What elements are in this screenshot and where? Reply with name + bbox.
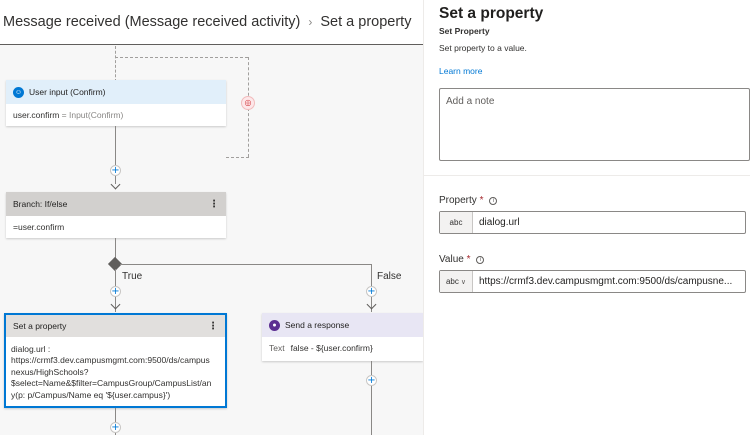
info-icon[interactable]: i: [476, 256, 485, 264]
breadcrumb-parent[interactable]: Message received (Message received activ…: [3, 14, 300, 30]
more-vertical-icon[interactable]: ⋮: [209, 199, 219, 210]
breadcrumb: Message received (Message received activ…: [0, 0, 423, 45]
send-response-node[interactable]: ● Send a response Text false - ${user.con…: [262, 313, 423, 361]
required-marker: *: [479, 195, 484, 206]
true-branch-label: True: [122, 271, 143, 282]
learn-more-link[interactable]: Learn more: [439, 66, 482, 76]
chat-bubble-icon: ●: [269, 319, 280, 331]
flow-wire: [371, 361, 372, 435]
chevron-down-icon: ∨: [460, 278, 467, 286]
property-field[interactable]: abc dialog.url: [439, 211, 746, 234]
properties-panel: Set a property Set Property Set property…: [423, 0, 750, 435]
loop-wire: [115, 46, 116, 82]
property-input[interactable]: dialog.url: [473, 212, 745, 233]
set-property-line: nexus/HighSchools?: [11, 366, 89, 377]
info-icon[interactable]: i: [489, 197, 498, 205]
breadcrumb-current: Set a property: [320, 14, 412, 30]
arrow-down-icon: [110, 299, 121, 310]
set-property-node-body: dialog.url : https://crmf3.dev.campusmgm…: [6, 337, 225, 408]
required-marker: *: [466, 254, 471, 265]
set-property-line: $select=Name&$filter=CampusGroup/CampusL…: [11, 378, 212, 389]
branch-condition: =user.confirm: [13, 222, 65, 232]
panel-description: Set property to a value.: [439, 43, 527, 53]
user-input-node[interactable]: ☺ User input (Confirm) user.confirm = In…: [6, 80, 226, 126]
set-property-line: https://crmf3.dev.campusmgmt.com:9500/ds…: [11, 355, 210, 366]
flow-wire: [120, 264, 371, 265]
set-property-node[interactable]: Set a property ⋮ dialog.url : https://cr…: [4, 313, 227, 408]
send-response-text-value: false - ${user.confirm}: [290, 343, 373, 353]
value-input[interactable]: https://crmf3.dev.campusmgmt.com:9500/ds…: [473, 271, 745, 292]
value-field[interactable]: abc ∨ https://crmf3.dev.campusmgmt.com:9…: [439, 270, 746, 293]
add-node-plus-icon[interactable]: +: [366, 286, 377, 297]
value-label: Value * i: [439, 254, 485, 265]
false-branch-label: False: [377, 271, 402, 282]
panel-title: Set a property: [439, 5, 544, 22]
branch-node-header: Branch: If/else ⋮: [6, 192, 226, 216]
loop-wire: [115, 57, 248, 58]
property-label-text: Property: [439, 195, 477, 206]
set-property-title: Set a property: [13, 321, 67, 331]
arrow-down-icon: [366, 299, 377, 310]
branch-node-body: =user.confirm: [6, 216, 226, 239]
set-property-line: dialog.url :: [11, 344, 51, 354]
chevron-right-icon: ›: [308, 15, 313, 29]
value-type-dropdown[interactable]: abc ∨: [440, 271, 473, 292]
panel-divider: [424, 175, 750, 176]
set-property-line: y(p: p/Campus/Name eq '${user.campus}'): [11, 389, 171, 400]
send-response-title: Send a response: [285, 320, 350, 330]
note-textarea[interactable]: Add a note: [439, 88, 750, 161]
user-input-node-body: user.confirm = Input(Confirm): [6, 104, 226, 127]
property-label: Property * i: [439, 195, 498, 206]
branch-title: Branch: If/else: [13, 199, 68, 209]
value-type-text: abc: [445, 277, 459, 286]
send-response-node-header: ● Send a response: [262, 313, 423, 337]
user-input-expr: = Input(Confirm): [59, 110, 124, 120]
user-input-node-header: ☺ User input (Confirm): [6, 80, 226, 104]
user-input-prop: user.confirm: [13, 110, 60, 120]
branch-node[interactable]: Branch: If/else ⋮ =user.confirm: [6, 192, 226, 238]
add-node-plus-icon[interactable]: +: [110, 165, 121, 176]
send-response-node-body: Text false - ${user.confirm}: [262, 337, 423, 360]
flow-canvas[interactable]: Message received (Message received activ…: [0, 0, 423, 435]
arrow-down-icon: [110, 179, 121, 190]
person-icon: ☺: [13, 86, 24, 98]
panel-subtitle: Set Property: [439, 26, 490, 36]
user-input-title: User input (Confirm): [29, 87, 106, 97]
add-node-plus-icon[interactable]: +: [110, 422, 121, 433]
more-vertical-icon[interactable]: ⋮: [208, 321, 218, 332]
loop-wire: [226, 157, 249, 158]
set-property-node-header: Set a property ⋮: [6, 315, 225, 337]
property-type-badge: abc: [440, 212, 473, 233]
value-label-text: Value: [439, 254, 464, 265]
add-node-plus-icon[interactable]: +: [110, 286, 121, 297]
send-response-text-label: Text: [269, 343, 285, 353]
stop-icon[interactable]: ◎: [241, 96, 255, 110]
add-node-plus-icon[interactable]: +: [366, 375, 377, 386]
